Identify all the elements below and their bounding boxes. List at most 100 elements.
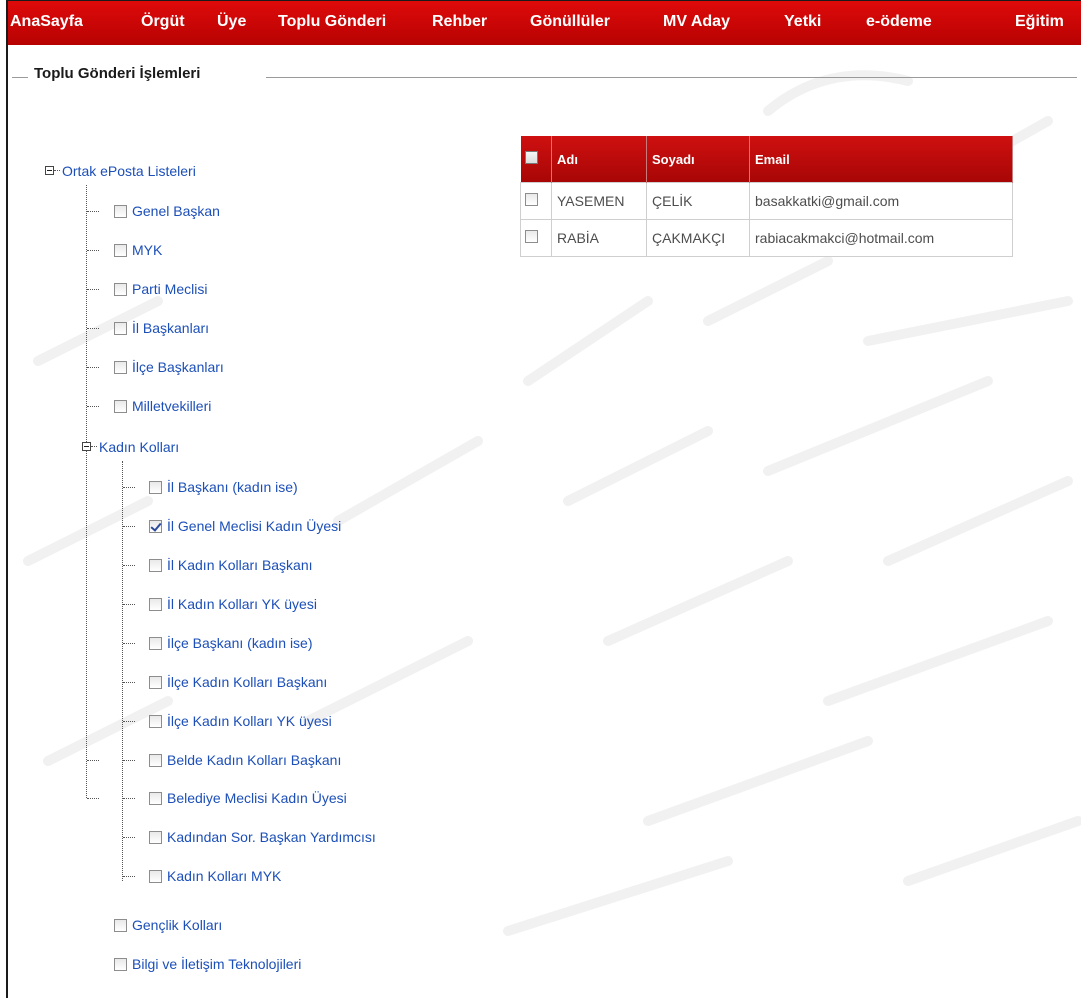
- tree-connector: [54, 170, 60, 171]
- tree-item-label[interactable]: İlçe Başkanı (kadın ise): [167, 635, 313, 651]
- checkbox[interactable]: [149, 753, 162, 767]
- tree-item-label[interactable]: Genel Başkan: [132, 203, 220, 219]
- column-header-email[interactable]: Email: [749, 136, 1013, 183]
- tree-item-label[interactable]: İl Kadın Kolları YK üyesi: [167, 596, 317, 612]
- checkbox[interactable]: [149, 675, 162, 689]
- tree-group-label[interactable]: Kadın Kolları: [99, 439, 179, 455]
- tree-connector: [86, 185, 87, 798]
- tree-item-label[interactable]: MYK: [132, 242, 162, 258]
- tree-root-label[interactable]: Ortak ePosta Listeleri: [62, 163, 196, 179]
- cell-surname: ÇAKMAKÇI: [646, 219, 750, 257]
- nav-item-yetki[interactable]: Yetki: [784, 1, 821, 45]
- tree-connector: [123, 876, 135, 877]
- tree-item-label[interactable]: İlçe Başkanları: [132, 359, 224, 375]
- select-all-checkbox[interactable]: [524, 151, 538, 164]
- tree-item-il-kadin-kollari-baskani: İl Kadın Kolları Başkanı: [149, 554, 313, 576]
- cell-surname: ÇELİK: [646, 182, 750, 220]
- tree-connector: [87, 250, 99, 251]
- tree-item-bilgi-iletisim: Bilgi ve İletişim Teknolojileri: [114, 953, 301, 975]
- tree-item-label[interactable]: Bilgi ve İletişim Teknolojileri: [132, 956, 301, 972]
- nav-item-gonulluler[interactable]: Gönüllüler: [530, 1, 610, 45]
- checkbox[interactable]: [114, 957, 127, 971]
- email-list-tree: Ortak ePosta Listeleri Genel Başkan MYK …: [8, 1, 528, 998]
- tree-item-label[interactable]: İl Genel Meclisi Kadın Üyesi: [167, 518, 341, 534]
- tree-item-label[interactable]: Belde Kadın Kolları Başkanı: [167, 752, 341, 768]
- column-header-name[interactable]: Adı: [551, 136, 647, 183]
- nav-item-e-odeme[interactable]: e-ödeme: [866, 1, 932, 45]
- tree-item-label[interactable]: İlçe Kadın Kolları YK üyesi: [167, 713, 332, 729]
- checkbox[interactable]: [149, 597, 162, 611]
- tree-item-label[interactable]: Parti Meclisi: [132, 281, 207, 297]
- tree-item-il-genel-meclisi: İl Genel Meclisi Kadın Üyesi: [149, 515, 341, 537]
- tree-connector: [91, 446, 97, 447]
- tree-connector: [123, 682, 135, 683]
- checkbox[interactable]: [114, 243, 127, 257]
- checkbox[interactable]: [149, 791, 162, 805]
- tree-connector: [123, 798, 135, 799]
- checkbox[interactable]: [114, 918, 127, 932]
- tree-item-label[interactable]: Belediye Meclisi Kadın Üyesi: [167, 790, 347, 806]
- checkbox[interactable]: [114, 360, 127, 374]
- tree-item-label[interactable]: İl Kadın Kolları Başkanı: [167, 557, 313, 573]
- table-row: YASEMEN ÇELİK basakkatki@gmail.com: [520, 182, 1013, 220]
- tree-item-label[interactable]: Milletvekilleri: [132, 398, 211, 414]
- column-header-surname[interactable]: Soyadı: [646, 136, 750, 183]
- checkbox[interactable]: [149, 714, 162, 728]
- row-checkbox[interactable]: [525, 193, 538, 206]
- checkbox[interactable]: [149, 636, 162, 650]
- page-frame: AnaSayfa Örgüt Üye Toplu Gönderi Rehber …: [6, 0, 1081, 998]
- tree-root: Ortak ePosta Listeleri: [62, 160, 196, 182]
- tree-connector: [123, 721, 135, 722]
- checkbox[interactable]: [114, 204, 127, 218]
- checkbox[interactable]: [149, 869, 162, 883]
- checkbox[interactable]: [149, 558, 162, 572]
- tree-connector: [123, 837, 135, 838]
- recipients-table: Adı Soyadı Email YASEMEN ÇELİK basakkatk…: [520, 136, 1013, 257]
- tree-item-milletvekilleri: Milletvekilleri: [114, 395, 211, 417]
- tree-item-ilce-kadin-kollari-baskani: İlçe Kadın Kolları Başkanı: [149, 671, 327, 693]
- tree-item-label[interactable]: İlçe Kadın Kolları Başkanı: [167, 674, 327, 690]
- cell-email: rabiacakmakci@hotmail.com: [749, 219, 1013, 257]
- tree-connector: [87, 760, 99, 761]
- tree-connector: [87, 798, 99, 799]
- checkbox[interactable]: [114, 399, 127, 413]
- tree-item-label[interactable]: Gençlik Kolları: [132, 917, 222, 933]
- tree-item-ilce-baskanlari: İlçe Başkanları: [114, 356, 224, 378]
- tree-item-belediye-meclisi-kadin: Belediye Meclisi Kadın Üyesi: [149, 787, 347, 809]
- cell-name: YASEMEN: [551, 182, 647, 220]
- checkbox[interactable]: [114, 282, 127, 296]
- tree-connector: [87, 289, 99, 290]
- nav-item-mv-aday[interactable]: MV Aday: [663, 1, 730, 45]
- table-header-row: Adı Soyadı Email: [520, 136, 1013, 183]
- collapse-toggle-root[interactable]: [45, 166, 54, 175]
- cell-name: RABİA: [551, 219, 647, 257]
- table-row: RABİA ÇAKMAKÇI rabiacakmakci@hotmail.com: [520, 219, 1013, 257]
- tree-connector: [123, 760, 135, 761]
- tree-connector: [123, 604, 135, 605]
- tree-connector: [123, 526, 135, 527]
- tree-item-label[interactable]: İl Başkanları: [132, 320, 209, 336]
- checkbox[interactable]: [149, 480, 162, 494]
- tree-item-il-kadin-kollari-yk: İl Kadın Kolları YK üyesi: [149, 593, 317, 615]
- tree-item-label[interactable]: İl Başkanı (kadın ise): [167, 479, 298, 495]
- collapse-toggle-kadin-kollari[interactable]: [82, 442, 91, 451]
- tree-connector: [87, 211, 99, 212]
- tree-connector: [87, 367, 99, 368]
- tree-item-il-baskani-kadin: İl Başkanı (kadın ise): [149, 476, 298, 498]
- tree-item-kadindan-sor-baskan-yrd: Kadından Sor. Başkan Yardımcısı: [149, 826, 376, 848]
- tree-item-parti-meclisi: Parti Meclisi: [114, 278, 207, 300]
- tree-connector: [123, 643, 135, 644]
- tree-item-genel-baskan: Genel Başkan: [114, 200, 220, 222]
- cell-email: basakkatki@gmail.com: [749, 182, 1013, 220]
- row-checkbox[interactable]: [525, 230, 538, 243]
- tree-item-kadin-kollari-myk: Kadın Kolları MYK: [149, 865, 281, 887]
- checkbox[interactable]: [114, 321, 127, 335]
- checkbox[interactable]: [149, 830, 162, 844]
- checkbox-checked[interactable]: [149, 519, 162, 533]
- tree-item-genclik-kollari: Gençlik Kolları: [114, 914, 222, 936]
- tree-item-label[interactable]: Kadından Sor. Başkan Yardımcısı: [167, 829, 376, 845]
- tree-item-myk: MYK: [114, 239, 162, 261]
- tree-connector: [87, 406, 99, 407]
- tree-item-label[interactable]: Kadın Kolları MYK: [167, 868, 281, 884]
- nav-item-egitim[interactable]: Eğitim: [1015, 1, 1064, 45]
